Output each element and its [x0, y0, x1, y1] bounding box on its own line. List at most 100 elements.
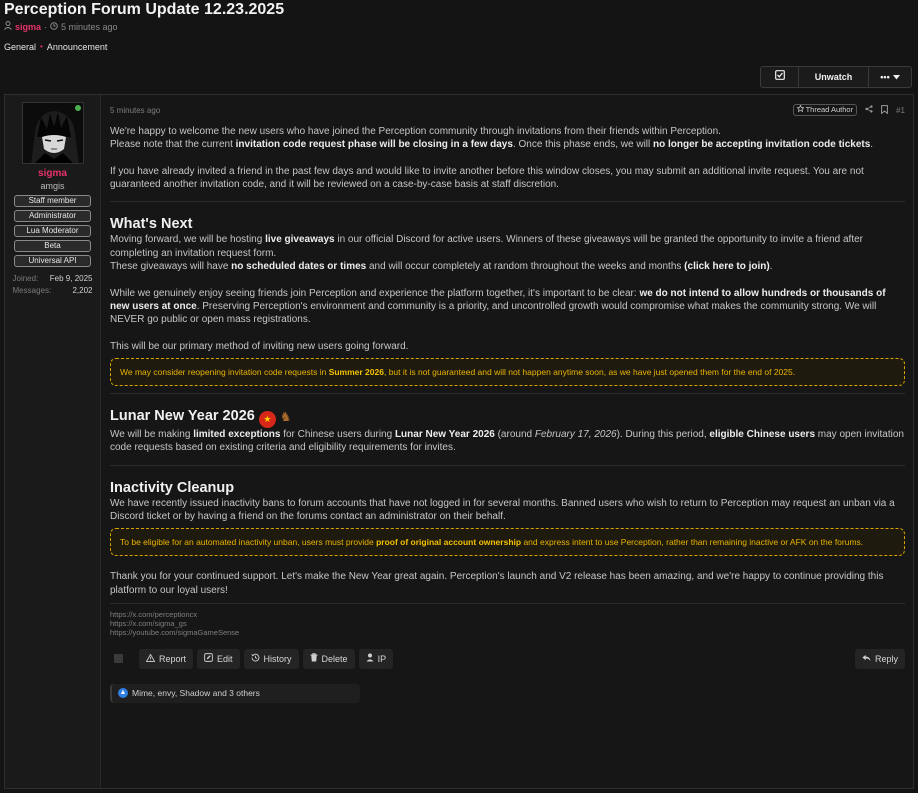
- text: These giveaways will have: [110, 261, 232, 273]
- history-button[interactable]: History: [243, 648, 299, 669]
- banner-beta: Beta: [14, 240, 91, 252]
- reply-icon: [862, 654, 871, 664]
- text: . Preserving Perception's environment an…: [110, 300, 877, 326]
- bookmark-icon[interactable]: [881, 104, 888, 116]
- user-title: amgis: [40, 181, 65, 191]
- method-paragraph: This will be our primary method of invit…: [110, 340, 409, 352]
- phase-paragraph: Please note that the current invitation …: [110, 138, 905, 151]
- growth-paragraph: While we genuinely enjoy seeing friends …: [110, 287, 905, 327]
- username[interactable]: sigma: [38, 168, 67, 180]
- signature: https://x.com/perceptioncx https://x.com…: [110, 610, 905, 637]
- user-icon: [366, 653, 374, 664]
- reply-label: Reply: [874, 653, 898, 664]
- text: We will be making: [110, 429, 194, 441]
- signature-divider: [110, 602, 905, 604]
- warning-icon: [145, 653, 156, 664]
- text: To be eligible for an automated inactivi…: [120, 537, 377, 548]
- text: We may consider reopening invitation cod…: [120, 367, 329, 378]
- notice-summer-2026: We may consider reopening invitation cod…: [110, 358, 905, 387]
- stat-label: Messages:: [12, 286, 52, 295]
- heading-whats-next: What's Next: [110, 216, 193, 233]
- report-label: Report: [159, 653, 187, 664]
- user-stats: Joined: Feb 9, 2025 Messages: 2,202: [13, 273, 93, 297]
- unwatch-button[interactable]: Unwatch: [799, 67, 869, 87]
- edit-button[interactable]: Edit: [197, 648, 240, 669]
- user-icon: [4, 20, 12, 34]
- invite-paragraph: If you have already invited a friend in …: [110, 165, 864, 191]
- stat-messages: Messages: 2,202: [13, 285, 93, 297]
- caret-down-icon: [892, 67, 900, 87]
- edit-icon: [204, 653, 213, 664]
- select-post-checkbox[interactable]: [114, 654, 123, 664]
- banner-lua-moderator: Lua Moderator: [14, 225, 91, 237]
- post-message: sigma amgis Staff member Administrator L…: [4, 94, 914, 789]
- message-attribution-opposite: Thread Author #1: [792, 104, 905, 116]
- thread-author-label: Thread Author: [805, 105, 854, 114]
- message-actions: Report Edit History Delete IP Reply: [110, 648, 905, 670]
- signature-link[interactable]: https://x.com/sigma_gs: [110, 619, 905, 628]
- text: for Chinese users during: [280, 429, 395, 441]
- ip-button[interactable]: IP: [358, 648, 394, 669]
- clock-icon: [50, 20, 58, 34]
- thread-author-link[interactable]: sigma: [15, 20, 41, 34]
- text: Please note that the current: [110, 139, 236, 151]
- text: While we genuinely enjoy seeing friends …: [110, 287, 640, 299]
- stat-label: Joined:: [12, 274, 39, 283]
- more-options-button[interactable]: •••: [869, 67, 911, 87]
- bold-text: no scheduled dates or times: [231, 261, 367, 273]
- reply-button[interactable]: Reply: [854, 648, 905, 669]
- message-attribution: 5 minutes ago Thread Author #1: [110, 103, 905, 117]
- history-label: History: [263, 653, 292, 664]
- online-status-dot: [74, 105, 81, 111]
- text: and will occur completely at random thro…: [366, 261, 685, 273]
- giveaway-paragraph: Moving forward, we will be hosting live …: [110, 233, 905, 260]
- reactions-bar[interactable]: ▲ Mime, envy, Shadow and 3 others: [110, 683, 360, 703]
- bold-text: Lunar New Year 2026: [394, 429, 495, 441]
- lunar-paragraph: We will be making limited exceptions for…: [110, 428, 905, 455]
- italic-text: February 17, 2026: [534, 429, 617, 441]
- text: .: [769, 261, 773, 273]
- text: . Once this phase ends, we will: [512, 139, 654, 151]
- checkbox-icon: [774, 67, 785, 87]
- thread-header: Perception Forum Update 12.23.2025 sigma…: [4, 0, 914, 53]
- banner-administrator: Administrator: [14, 210, 91, 222]
- stat-value[interactable]: 2,202: [72, 285, 92, 297]
- banner-staff-member: Staff member: [14, 195, 91, 207]
- inactivity-paragraph: We have recently issued inactivity bans …: [110, 497, 895, 523]
- notice-inactivity-unban: To be eligible for an automated inactivi…: [110, 528, 905, 557]
- post-time[interactable]: 5 minutes ago: [110, 106, 160, 115]
- discord-join-link[interactable]: (click here to join): [684, 261, 770, 272]
- heading-text: Lunar New Year 2026: [110, 408, 255, 425]
- bold-text: Summer 2026: [328, 367, 384, 378]
- bold-text: eligible Chinese users: [709, 429, 816, 441]
- avatar[interactable]: [21, 102, 84, 164]
- closing-paragraph: Thank you for your continued support. Le…: [110, 571, 884, 596]
- edit-label: Edit: [217, 653, 233, 664]
- bold-text: live giveaways: [265, 234, 335, 246]
- delete-button[interactable]: Delete: [302, 648, 355, 669]
- bold-text: proof of original account ownership: [376, 537, 522, 548]
- signature-link[interactable]: https://x.com/perceptioncx: [110, 610, 905, 619]
- bold-text: invitation code request phase will be cl…: [235, 139, 513, 151]
- reactions-list[interactable]: Mime, envy, Shadow and 3 others: [132, 688, 260, 698]
- delete-label: Delete: [321, 653, 348, 664]
- stat-value: Feb 9, 2025: [49, 274, 93, 283]
- breadcrumb: General • Announcement: [4, 41, 914, 53]
- meta-separator: ·: [44, 22, 48, 32]
- stat-joined: Joined: Feb 9, 2025: [13, 273, 93, 285]
- text: .: [870, 139, 874, 151]
- tag-announcement[interactable]: Announcement: [47, 41, 108, 53]
- heading-lunar-new-year: Lunar New Year 2026 ★ ♞: [110, 407, 905, 429]
- thread-title: Perception Forum Update 12.23.2025: [4, 1, 285, 18]
- more-dots: •••: [880, 72, 890, 82]
- select-thread-button[interactable]: [761, 67, 799, 87]
- tag-general[interactable]: General: [4, 41, 36, 53]
- post-number[interactable]: #1: [896, 106, 905, 115]
- thread-time[interactable]: 5 minutes ago: [61, 20, 118, 34]
- thread-meta: sigma · 5 minutes ago: [4, 20, 914, 34]
- text: and express intent to use Perception, ra…: [521, 537, 864, 548]
- report-button[interactable]: Report: [139, 648, 194, 669]
- signature-link[interactable]: https://youtube.com/sigmaGameSense: [110, 628, 905, 637]
- message-user: sigma amgis Staff member Administrator L…: [5, 95, 101, 788]
- share-icon[interactable]: [865, 105, 873, 115]
